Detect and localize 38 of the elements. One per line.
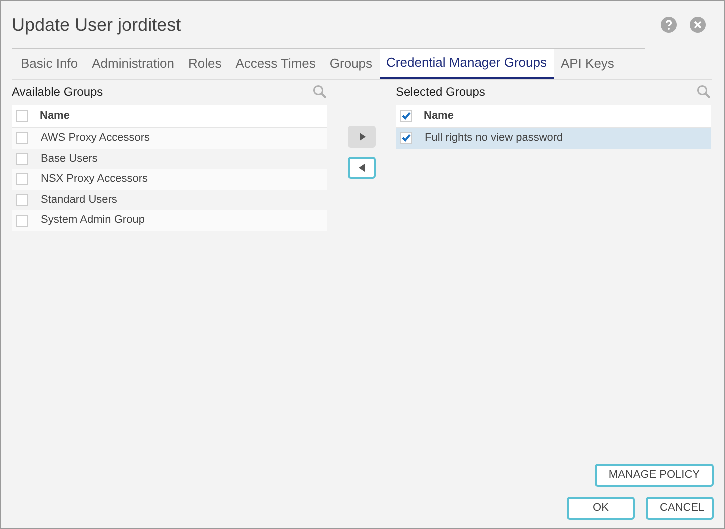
tab[interactable]: Administration: [85, 49, 182, 79]
ok-button[interactable]: OK: [567, 497, 635, 520]
pane-title: Available Groups: [12, 84, 104, 101]
cancel-button[interactable]: CANCEL: [646, 497, 714, 520]
row-label: Base Users: [41, 152, 98, 167]
row-label: System Admin Group: [41, 213, 145, 228]
checkbox[interactable]: [16, 110, 28, 122]
close-icon[interactable]: [690, 17, 706, 33]
table-row[interactable]: AWS Proxy Accessors: [12, 128, 327, 149]
checkbox[interactable]: [16, 152, 28, 165]
manage-policy-button[interactable]: MANAGE POLICY: [594, 464, 714, 487]
table-row[interactable]: System Admin Group: [12, 210, 327, 231]
pane-title: Selected Groups: [396, 84, 486, 101]
move-left-button[interactable]: [348, 157, 376, 179]
dialog-title: Update User jorditest: [12, 14, 182, 37]
search-icon[interactable]: [313, 85, 327, 99]
column-header: Name: [40, 108, 70, 124]
row-label: Standard Users: [41, 192, 118, 208]
row-label: Full rights no view password: [425, 131, 564, 146]
column-header: Name: [424, 108, 454, 124]
help-icon[interactable]: [661, 17, 677, 33]
table-row[interactable]: NSX Proxy Accessors: [12, 169, 327, 190]
tab[interactable]: Basic Info: [14, 49, 86, 79]
tab[interactable]: API Keys: [554, 49, 622, 79]
row-label: AWS Proxy Accessors: [41, 131, 150, 146]
checkbox[interactable]: [16, 173, 28, 186]
row-label: NSX Proxy Accessors: [41, 172, 148, 188]
checkbox[interactable]: [400, 132, 412, 144]
search-icon[interactable]: [697, 85, 711, 99]
checkbox[interactable]: [16, 194, 28, 206]
checkbox[interactable]: [16, 132, 28, 144]
tab[interactable]: Credential Manager Groups: [380, 49, 554, 79]
checkbox[interactable]: [16, 214, 28, 227]
tab[interactable]: Roles: [181, 49, 229, 79]
tab[interactable]: Groups: [322, 49, 380, 79]
table-row[interactable]: Full rights no view password: [396, 128, 711, 149]
checkbox[interactable]: [400, 110, 412, 122]
tab[interactable]: Access Times: [228, 49, 323, 79]
